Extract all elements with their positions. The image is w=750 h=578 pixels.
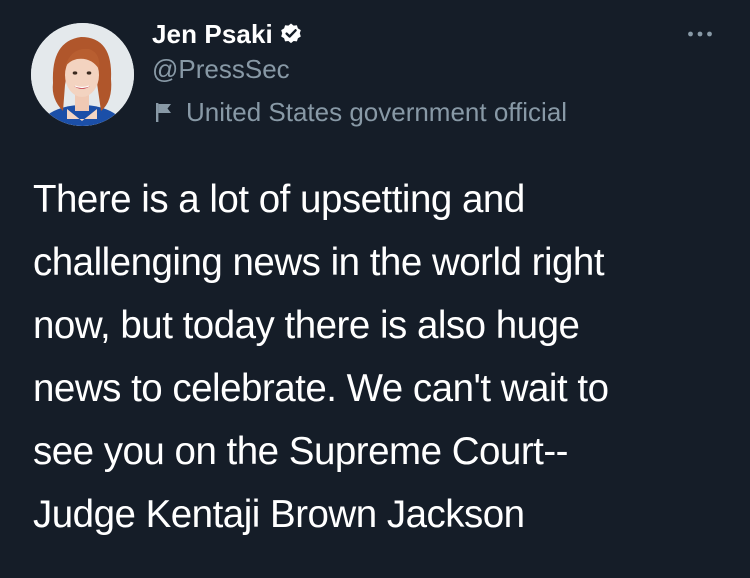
author-handle[interactable]: @PressSec bbox=[152, 54, 290, 85]
government-flag-icon bbox=[152, 100, 176, 124]
government-label[interactable]: United States government official bbox=[152, 93, 567, 131]
more-options-button[interactable] bbox=[683, 20, 717, 48]
verified-badge-icon bbox=[279, 22, 303, 46]
author-display-name[interactable]: Jen Psaki bbox=[152, 19, 273, 50]
tweet-body-text: There is a lot of upsetting and challeng… bbox=[33, 178, 609, 536]
profile-photo bbox=[31, 23, 134, 126]
government-label-text: United States government official bbox=[186, 96, 568, 127]
tweet: Jen Psaki @PressSec United States govern… bbox=[0, 0, 750, 578]
author-name-row[interactable]: Jen Psaki bbox=[152, 14, 303, 54]
more-options-icon bbox=[687, 25, 713, 43]
avatar[interactable] bbox=[31, 23, 134, 126]
